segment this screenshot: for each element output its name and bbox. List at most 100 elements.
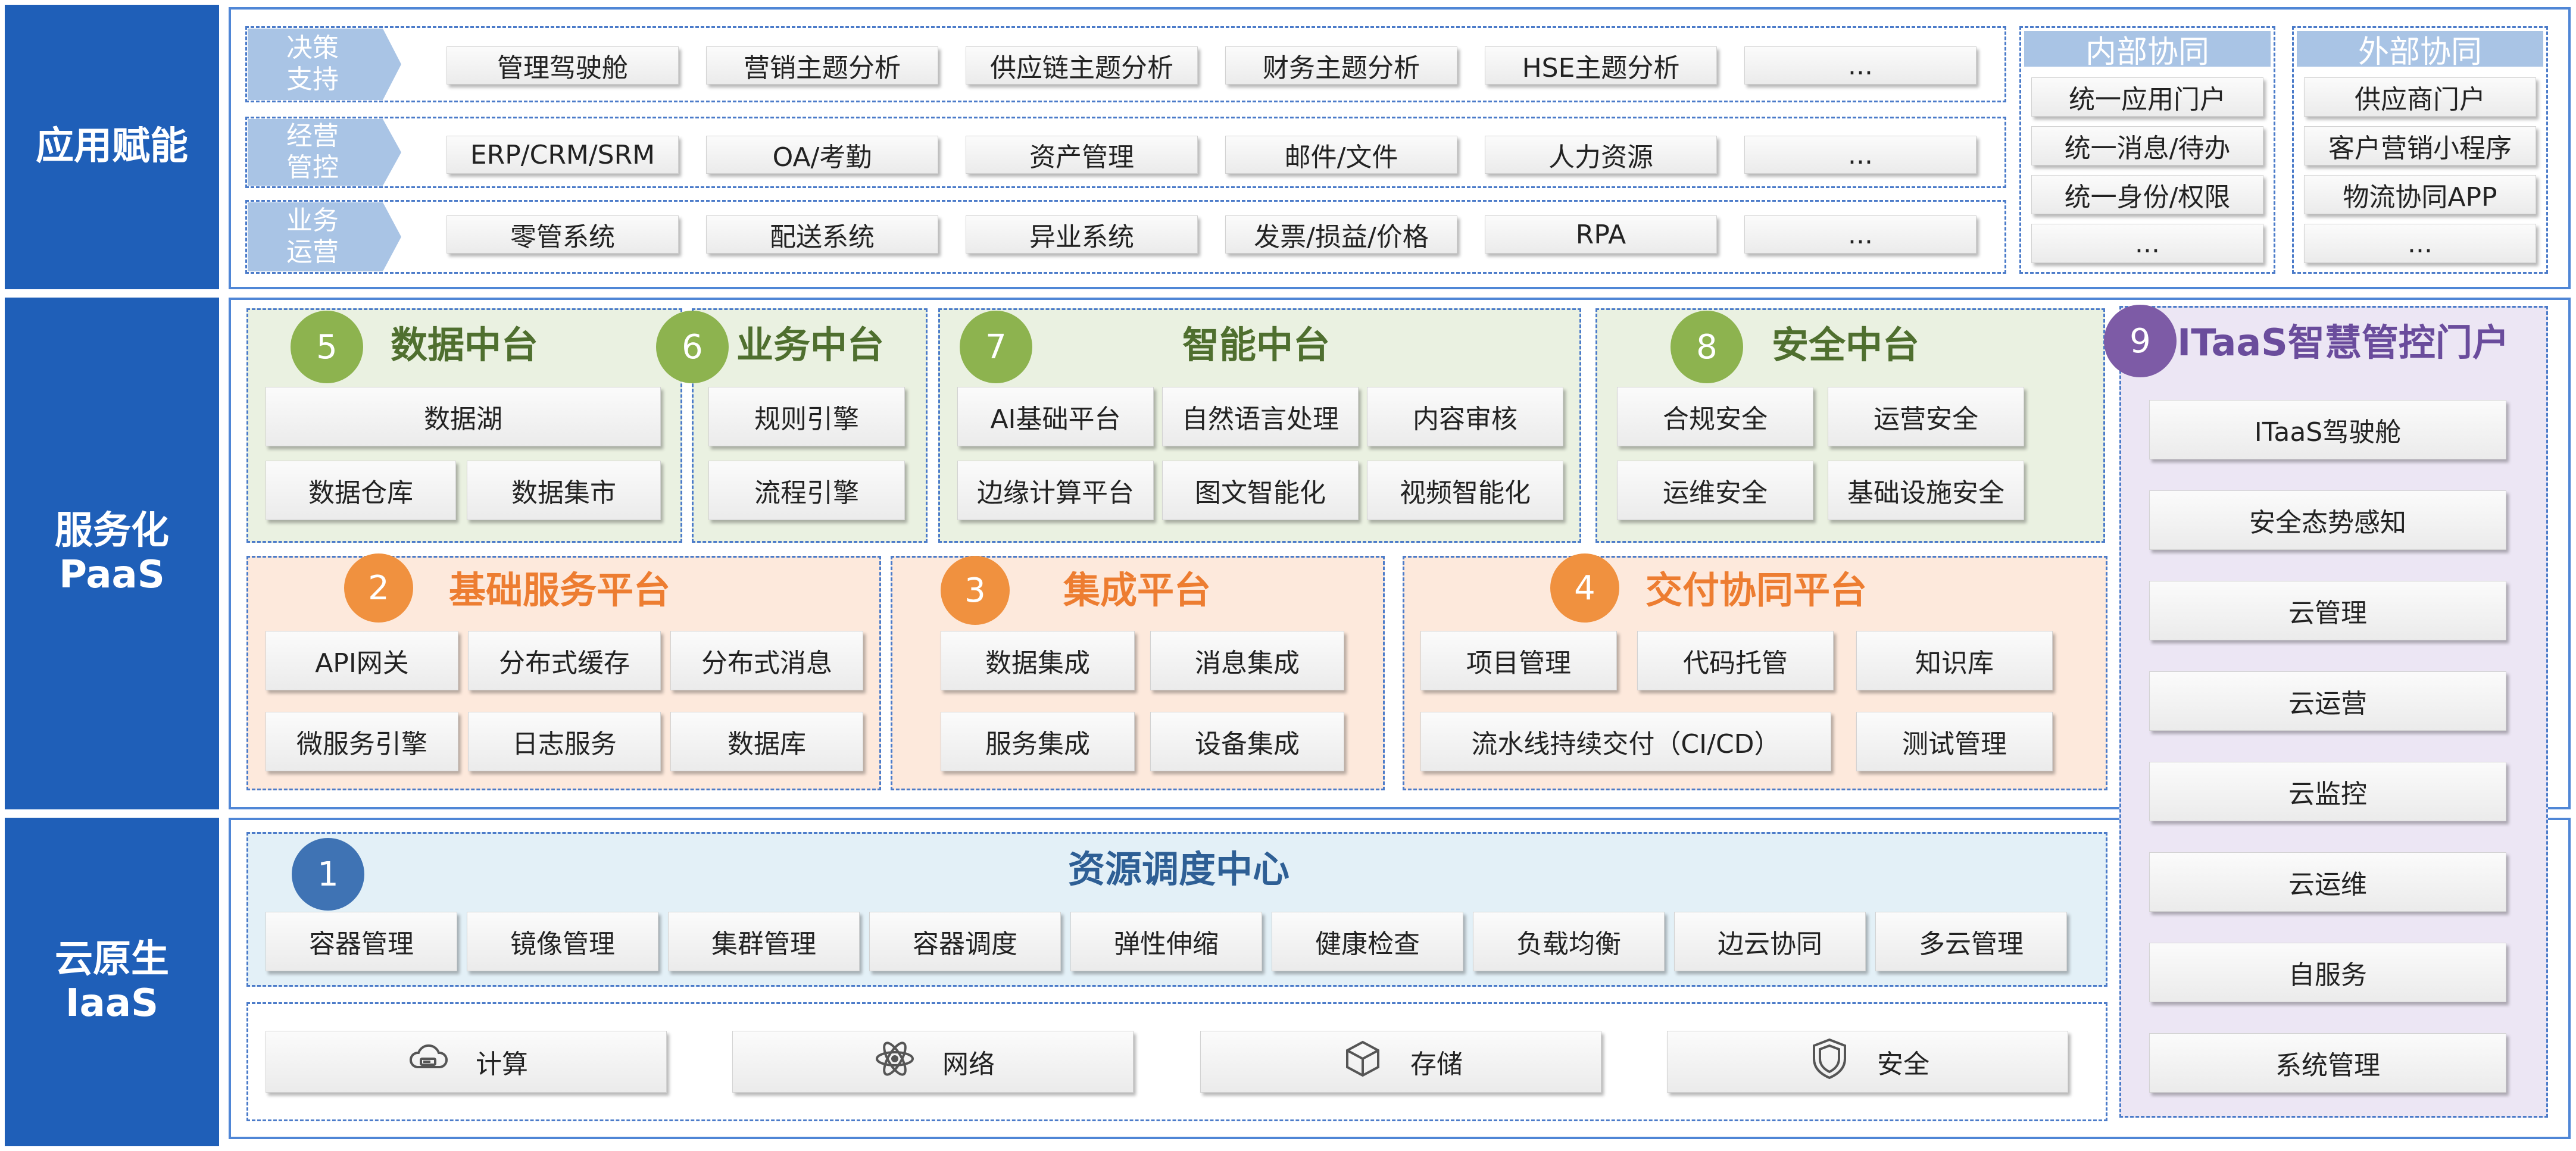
- integration-item[interactable]: 服务集成: [941, 712, 1135, 771]
- app-item[interactable]: ...: [1744, 136, 1977, 174]
- ai-platform-title: 智能中台: [1182, 323, 1330, 367]
- app-item[interactable]: ...: [1744, 215, 1977, 254]
- app-item[interactable]: 财务主题分析: [1225, 46, 1457, 85]
- tag-business-operation: 业务 运营: [248, 202, 401, 271]
- app-item[interactable]: 管理驾驶舱: [446, 46, 679, 85]
- infra-compute-label: 计算: [476, 1049, 528, 1080]
- external-item[interactable]: 客户营销小程序: [2304, 126, 2536, 165]
- resource-center-item[interactable]: 边云协同: [1674, 912, 1866, 971]
- app-item[interactable]: ...: [1744, 46, 1977, 85]
- resource-center-title: 资源调度中心: [1067, 847, 1289, 891]
- internal-item[interactable]: ...: [2031, 224, 2263, 263]
- resource-center-item[interactable]: 镜像管理: [467, 912, 658, 971]
- itaas-portal-item[interactable]: 自服务: [2149, 943, 2506, 1002]
- base-service-title: 基础服务平台: [448, 568, 670, 612]
- ai-platform-item[interactable]: 内容审核: [1367, 387, 1563, 446]
- internal-item[interactable]: 统一应用门户: [2031, 77, 2263, 117]
- base-service-item[interactable]: API网关: [266, 631, 458, 690]
- external-item[interactable]: ...: [2304, 224, 2536, 263]
- itaas-portal-item[interactable]: 安全态势感知: [2149, 490, 2506, 550]
- itaas-portal-item[interactable]: 云运维: [2149, 852, 2506, 912]
- delivery-number: 4: [1550, 553, 1619, 623]
- business-platform-item[interactable]: 流程引擎: [708, 461, 905, 520]
- data-platform-item[interactable]: 数据仓库: [266, 461, 456, 520]
- infra-network[interactable]: 网络: [732, 1031, 1134, 1093]
- delivery-item[interactable]: 测试管理: [1856, 712, 2053, 771]
- layer-label-app: 应用赋能: [5, 5, 219, 289]
- infra-compute[interactable]: 计算: [266, 1031, 667, 1093]
- itaas-portal-number: 9: [2104, 305, 2177, 377]
- app-item[interactable]: 人力资源: [1485, 136, 1717, 174]
- infra-security[interactable]: 安全: [1667, 1031, 2068, 1093]
- delivery-item[interactable]: 知识库: [1856, 631, 2053, 690]
- app-item[interactable]: 资产管理: [966, 136, 1198, 174]
- infra-storage[interactable]: 存储: [1200, 1031, 1601, 1093]
- integration-item[interactable]: 设备集成: [1150, 712, 1344, 771]
- security-platform-item[interactable]: 基础设施安全: [1828, 461, 2024, 520]
- layer-label-paas-text: 服务化 PaaS: [55, 509, 169, 597]
- data-platform-item[interactable]: 数据集市: [467, 461, 661, 520]
- internal-item[interactable]: 统一身份/权限: [2031, 175, 2263, 214]
- security-platform-item[interactable]: 合规安全: [1617, 387, 1813, 446]
- data-platform-number: 5: [291, 311, 363, 383]
- layer-label-iaas-text: 云原生 IaaS: [55, 937, 169, 1025]
- business-platform-title: 业务中台: [736, 323, 884, 367]
- app-item[interactable]: HSE主题分析: [1485, 46, 1717, 85]
- ai-platform-item[interactable]: AI基础平台: [957, 387, 1154, 446]
- internal-item[interactable]: 统一消息/待办: [2031, 126, 2263, 165]
- security-platform-item[interactable]: 运维安全: [1617, 461, 1813, 520]
- ai-platform-item[interactable]: 自然语言处理: [1162, 387, 1359, 446]
- app-item[interactable]: 零管系统: [446, 215, 679, 254]
- itaas-portal-title: ITaaS智慧管控门户: [2177, 321, 2509, 364]
- resource-center-item[interactable]: 弹性伸缩: [1070, 912, 1262, 971]
- security-platform-item[interactable]: 运营安全: [1828, 387, 2024, 446]
- ai-platform-item[interactable]: 视频智能化: [1367, 461, 1563, 520]
- resource-center-item[interactable]: 健康检查: [1272, 912, 1463, 971]
- resource-center-item[interactable]: 多云管理: [1875, 912, 2067, 971]
- storage-box-icon: [1339, 1035, 1387, 1089]
- base-service-item[interactable]: 分布式消息: [670, 631, 863, 690]
- resource-center-item[interactable]: 容器管理: [266, 912, 457, 971]
- ai-platform-item[interactable]: 图文智能化: [1162, 461, 1359, 520]
- itaas-portal-item[interactable]: ITaaS驾驶舱: [2149, 400, 2506, 459]
- delivery-item[interactable]: 代码托管: [1637, 631, 1834, 690]
- infra-network-label: 网络: [942, 1049, 995, 1080]
- app-item[interactable]: OA/考勤: [706, 136, 938, 174]
- itaas-portal-item[interactable]: 云管理: [2149, 581, 2506, 640]
- security-platform-number: 8: [1671, 311, 1743, 383]
- resource-center-item[interactable]: 集群管理: [668, 912, 860, 971]
- layer-label-paas: 服务化 PaaS: [5, 298, 219, 809]
- app-item[interactable]: 营销主题分析: [706, 46, 938, 85]
- layer-label-app-text: 应用赋能: [36, 124, 188, 169]
- delivery-item[interactable]: 项目管理: [1420, 631, 1617, 690]
- base-service-item[interactable]: 数据库: [670, 712, 863, 771]
- tag-business-operation-text: 业务 运营: [286, 205, 339, 267]
- integration-number: 3: [941, 556, 1010, 625]
- app-item[interactable]: ERP/CRM/SRM: [446, 136, 679, 174]
- app-item[interactable]: RPA: [1485, 215, 1717, 254]
- app-item[interactable]: 供应链主题分析: [966, 46, 1198, 85]
- external-item[interactable]: 供应商门户: [2304, 77, 2536, 117]
- business-platform-number: 6: [656, 311, 729, 383]
- base-service-item[interactable]: 微服务引擎: [266, 712, 458, 771]
- itaas-portal-item[interactable]: 云监控: [2149, 762, 2506, 821]
- resource-center-item[interactable]: 容器调度: [869, 912, 1061, 971]
- delivery-item[interactable]: 流水线持续交付（CI/CD）: [1420, 712, 1831, 771]
- base-service-item[interactable]: 分布式缓存: [468, 631, 661, 690]
- integration-item[interactable]: 消息集成: [1150, 631, 1344, 690]
- resource-center-item[interactable]: 负载均衡: [1473, 912, 1665, 971]
- ai-platform-item[interactable]: 边缘计算平台: [957, 461, 1154, 520]
- app-item[interactable]: 异业系统: [966, 215, 1198, 254]
- tag-management-control: 经营 管控: [248, 119, 401, 186]
- external-item[interactable]: 物流协同APP: [2304, 175, 2536, 214]
- business-platform-item[interactable]: 规则引擎: [708, 387, 905, 446]
- integration-item[interactable]: 数据集成: [941, 631, 1135, 690]
- base-service-item[interactable]: 日志服务: [468, 712, 661, 771]
- itaas-portal-item[interactable]: 云运营: [2149, 671, 2506, 731]
- app-item[interactable]: 邮件/文件: [1225, 136, 1457, 174]
- app-item[interactable]: 配送系统: [706, 215, 938, 254]
- app-item[interactable]: 发票/损益/价格: [1225, 215, 1457, 254]
- data-platform-item[interactable]: 数据湖: [266, 387, 661, 446]
- shield-icon: [1806, 1035, 1853, 1089]
- itaas-portal-item[interactable]: 系统管理: [2149, 1033, 2506, 1093]
